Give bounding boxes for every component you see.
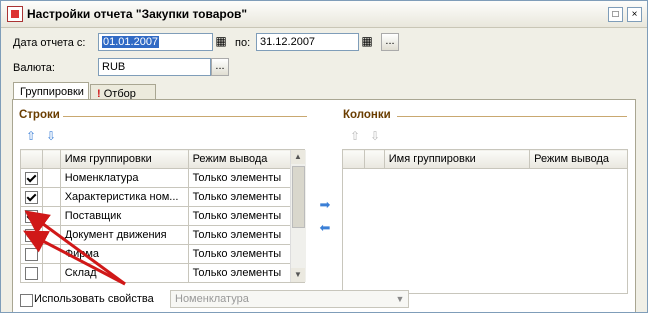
use-properties-label: Использовать свойства [34,293,154,305]
table-row[interactable]: Номенклатура Только элементы [20,168,306,188]
columns-table[interactable]: Имя группировки Режим вывода [342,149,628,294]
move-up-icon: ⇧ [349,129,361,143]
close-button[interactable]: × [627,7,642,22]
currency-label: Валюта: [13,62,55,74]
output-mode[interactable]: Только элементы [187,263,306,283]
output-mode[interactable]: Только элементы [187,206,306,226]
column-header-name[interactable]: Имя группировки [59,149,189,169]
group-name: Склад [59,263,189,283]
date-from-label: Дата отчета с: [13,37,86,49]
report-icon [7,6,23,22]
columns-section-divider [397,116,627,117]
table-row[interactable]: Фирма Только элементы [20,244,306,264]
rows-table-header: Имя группировки Режим вывода [20,149,306,169]
output-mode[interactable]: Только элементы [187,225,306,245]
table-row[interactable]: Документ движения Только элементы [20,225,306,245]
move-left-icon[interactable]: ⬅ [319,221,331,234]
row-checkbox[interactable] [25,247,38,261]
table-row[interactable]: Характеристика ном... Только элементы [20,187,306,207]
date-from-input[interactable]: 01.01.2007 [98,33,213,51]
column-header-mode[interactable]: Режим вывода [187,149,306,169]
use-properties-checkbox[interactable] [20,294,33,307]
row-checkbox[interactable] [25,266,38,280]
properties-combo[interactable]: Номенклатура ▼ [170,290,409,308]
window-title: Настройки отчета "Закупки товаров" [27,7,248,21]
rows-scrollbar[interactable]: ▲ ▼ [290,150,306,282]
tab-groupings[interactable]: Группировки [13,82,89,100]
table-row[interactable]: Склад Только элементы [20,263,306,283]
row-checkbox[interactable] [25,228,38,242]
group-name: Характеристика ном... [59,187,189,207]
columns-table-header-row: Имя группировки Режим вывода [342,149,628,169]
scroll-up-icon[interactable]: ▲ [291,150,305,164]
move-up-icon[interactable]: ⇧ [25,130,37,142]
column-header-name[interactable]: Имя группировки [383,149,531,169]
column-header-mode[interactable]: Режим вывода [529,149,628,169]
columns-section-title: Колонки [343,109,391,121]
output-mode[interactable]: Только элементы [187,168,306,188]
group-name: Поставщик [59,206,189,226]
group-name: Фирма [59,244,189,264]
rows-table: Имя группировки Режим вывода Номенклатур… [20,149,306,283]
date-to-label: по: [235,37,251,49]
group-name: Номенклатура [59,168,189,188]
date-to-input[interactable]: 31.12.2007 [256,33,359,51]
chevron-down-icon[interactable]: ▼ [392,291,408,307]
row-checkbox[interactable] [25,190,38,204]
maximize-button[interactable]: □ [608,7,623,22]
calendar-icon[interactable]: ▦ [359,33,375,51]
title-bar: Настройки отчета "Закупки товаров" □ × [1,1,647,28]
properties-combo-value: Номенклатура [175,293,249,305]
move-down-icon: ⇩ [369,129,381,143]
row-checkbox[interactable] [25,171,38,185]
currency-input[interactable]: RUB [98,58,211,76]
row-checkbox[interactable] [25,209,38,223]
period-select-button[interactable]: ... [381,33,399,51]
output-mode[interactable]: Только элементы [187,187,306,207]
table-row[interactable]: Поставщик Только элементы [20,206,306,226]
rows-section-title: Строки [19,109,60,121]
scroll-down-icon[interactable]: ▼ [291,268,305,282]
rows-section-divider [63,116,307,117]
calendar-icon[interactable]: ▦ [213,33,229,51]
move-right-icon[interactable]: ➡ [319,198,331,211]
scroll-thumb[interactable] [292,166,305,228]
tab-filter[interactable]: ! Отбор [90,84,156,100]
report-settings-window: Настройки отчета "Закупки товаров" □ × Д… [0,0,648,313]
move-down-icon[interactable]: ⇩ [45,130,57,142]
currency-select-button[interactable]: ... [211,58,229,76]
output-mode[interactable]: Только элементы [187,244,306,264]
group-name: Документ движения [59,225,189,245]
